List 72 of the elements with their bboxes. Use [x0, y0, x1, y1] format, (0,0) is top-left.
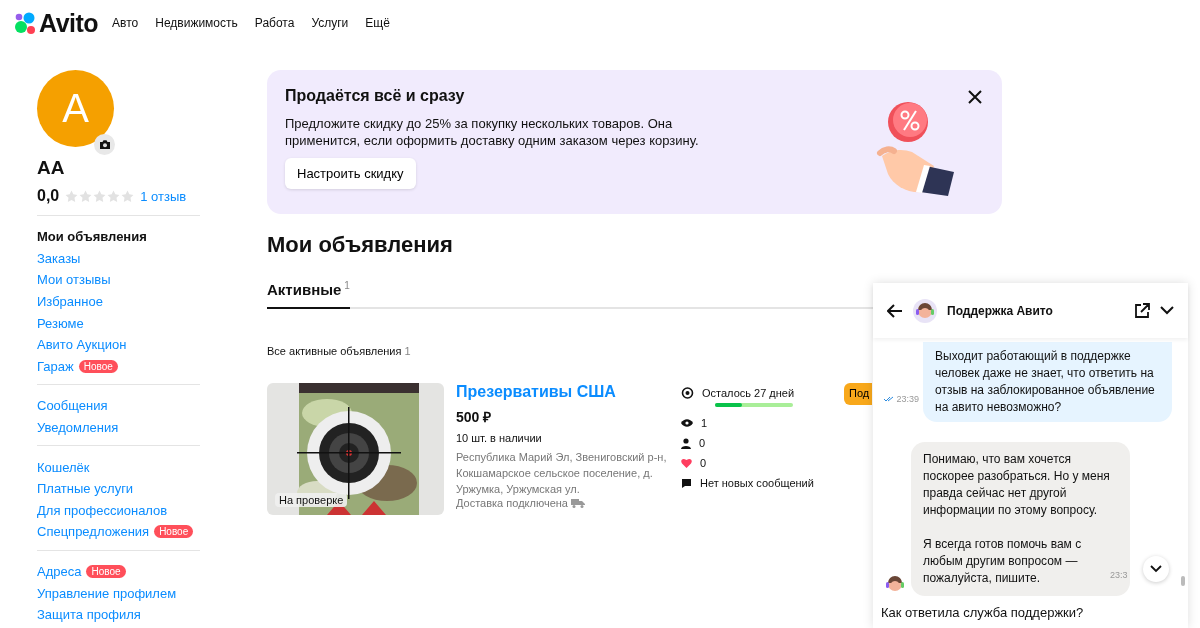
promo-text: Предложите скидку до 25% за покупку нескольких товаров. Она применится, если оформить доставку одним заказом через корзину. — [285, 115, 700, 149]
page-title: Мои объявления — [267, 232, 454, 258]
sidebar-item[interactable]: Мои отзывы — [37, 272, 111, 288]
eye-icon — [681, 419, 693, 427]
star-icon — [107, 189, 121, 203]
open-external-icon[interactable] — [1134, 302, 1150, 319]
sidebar-item[interactable]: Избранное — [37, 294, 103, 310]
promo-title: Продаётся всё и сразу — [285, 87, 465, 105]
sidebar-item[interactable]: Кошелёк — [37, 459, 90, 475]
logo-dots-icon — [14, 11, 38, 35]
nav-link[interactable]: Недвижимость — [155, 16, 238, 30]
chevron-down-icon[interactable] — [1160, 306, 1174, 315]
days-left-text: Осталось 27 дней — [702, 387, 795, 399]
listing-title[interactable]: Презервативы США — [456, 383, 676, 401]
sidebar-item[interactable]: Адреса — [37, 564, 82, 579]
nav-link[interactable]: Услуги — [311, 16, 349, 30]
new-badge: Новое — [78, 359, 118, 373]
sidebar-item[interactable]: Спецпредложения — [37, 524, 150, 540]
sidebar-item[interactable]: Уведомления — [37, 420, 119, 436]
star-icon — [79, 189, 93, 203]
message-time: 23:39 — [896, 394, 919, 404]
support-avatar-icon — [913, 298, 937, 323]
message-input[interactable]: Как ответила служба поддержки? — [873, 596, 1188, 628]
truck-icon — [570, 498, 585, 508]
sidebar-item[interactable]: Сообщения — [37, 398, 108, 414]
filter-label[interactable]: Все активные объявления — [267, 345, 402, 357]
star-icon — [93, 189, 107, 203]
listing-price: 500 ₽ — [456, 408, 493, 426]
filter-count: 1 — [404, 345, 411, 357]
promote-button[interactable]: Под — [844, 383, 872, 405]
new-badge: Новое — [154, 525, 194, 539]
avatar[interactable]: A — [37, 70, 114, 147]
nav-link[interactable]: Работа — [254, 16, 295, 30]
heart-icon — [681, 458, 692, 468]
nav-link[interactable]: Авто — [112, 16, 139, 30]
status-badge: На проверке — [275, 493, 348, 507]
chat-title: Поддержка Авито — [947, 303, 1054, 318]
favorites-count: 0 — [700, 457, 707, 469]
message-bubble: Выходит работающий в поддержке человек даже не знает, что ответить на отзыв на заблокированное объявление на авито невозможно? — [923, 342, 1172, 422]
star-icon — [121, 189, 135, 203]
nav-link[interactable]: Ещё — [365, 16, 390, 30]
double-check-icon — [884, 396, 895, 402]
sidebar-item[interactable]: Авито Аукцион — [37, 337, 127, 353]
address-text: Республика Марий Эл, Звениговский р-н, Кокшамарское сельское поселение, д. Уржумка, Уржумская ул. — [456, 450, 668, 497]
messages-status: Нет новых сообщений — [700, 477, 814, 489]
contacts-count: 0 — [699, 437, 706, 449]
delivery-text: Доставка подключена — [456, 497, 568, 509]
sidebar-item[interactable]: Гараж — [37, 358, 74, 374]
scroll-down-icon[interactable] — [1143, 556, 1169, 582]
sidebar-item[interactable]: Заказы — [37, 250, 81, 266]
reviews-link[interactable]: 1 отзыв — [140, 188, 187, 204]
star-icon — [65, 189, 79, 203]
close-icon[interactable] — [968, 90, 982, 104]
profile-name: АА — [37, 157, 66, 179]
setup-discount-button[interactable]: Настроить скидку — [285, 158, 416, 189]
rating-value: 0,0 — [37, 187, 60, 205]
sidebar-item[interactable]: Резюме — [37, 315, 84, 331]
logo-text[interactable]: Avito — [39, 8, 99, 38]
views-count: 1 — [701, 417, 708, 429]
new-badge: Новое — [86, 565, 126, 578]
sidebar-item[interactable]: Управление профилем — [37, 585, 177, 601]
camera-icon[interactable] — [94, 134, 115, 155]
person-icon — [681, 437, 691, 449]
sidebar-item[interactable]: Защита профиля — [37, 607, 141, 623]
back-arrow-icon[interactable] — [887, 303, 903, 318]
sidebar-item[interactable]: Платные услуги — [37, 481, 134, 497]
sidebar-item[interactable]: Мои объявления — [37, 229, 147, 245]
tab[interactable]: Активные $^{1}$ — [267, 280, 350, 309]
stock-text: 10 шт. в наличии — [456, 432, 543, 444]
message-time: 23:3 — [1110, 570, 1128, 580]
chat-bubble-icon — [681, 477, 692, 489]
sidebar-item[interactable]: Для профессионалов — [37, 502, 168, 518]
